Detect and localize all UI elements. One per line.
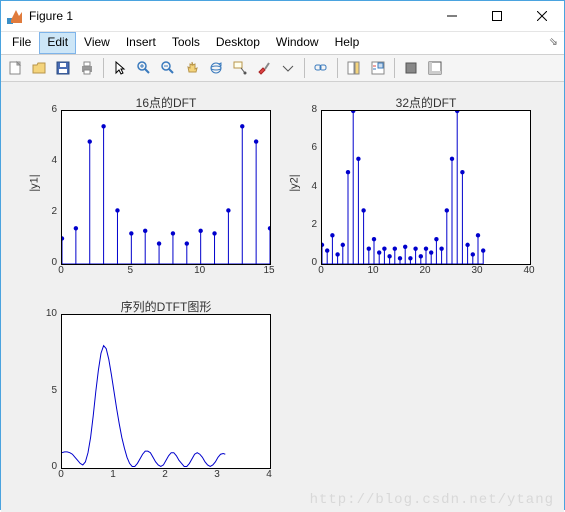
axes-1-title: 16点的DFT (61, 94, 271, 111)
dropdown-button[interactable] (277, 57, 299, 79)
menu-edit[interactable]: Edit (39, 32, 76, 54)
xtick-label: 30 (469, 265, 485, 276)
xtick-label: 2 (157, 469, 173, 480)
data-cursor-icon (232, 60, 248, 76)
axes-1-ylabel: |y1| (29, 174, 41, 191)
toolbar-separator (103, 58, 104, 78)
xtick-label: 10 (192, 265, 208, 276)
data-cursor-button[interactable] (229, 57, 251, 79)
save-button[interactable] (52, 57, 74, 79)
xtick-label: 3 (209, 469, 225, 480)
pointer-button[interactable] (109, 57, 131, 79)
pan-button[interactable] (181, 57, 203, 79)
axes-3[interactable] (61, 314, 271, 469)
zoom-in-button[interactable] (133, 57, 155, 79)
titlebar: Figure 1 (1, 1, 564, 32)
brush-icon (256, 60, 272, 76)
print-icon (79, 60, 95, 76)
show-plot-tools-button[interactable] (424, 57, 446, 79)
zoom-in-icon (136, 60, 152, 76)
hide-plot-tools-icon (403, 60, 419, 76)
ytick-label: 6 (39, 104, 57, 115)
toolbar-separator (304, 58, 305, 78)
axes-1[interactable] (61, 110, 271, 265)
zoom-out-button[interactable] (157, 57, 179, 79)
xtick-label: 40 (521, 265, 537, 276)
open-button[interactable] (28, 57, 50, 79)
link-button[interactable] (310, 57, 332, 79)
insert-legend-button[interactable] (367, 57, 389, 79)
toolbar (1, 54, 564, 82)
axes-2[interactable] (321, 110, 531, 265)
new-button[interactable] (4, 57, 26, 79)
ytick-label: 0 (39, 257, 57, 268)
menu-view[interactable]: View (76, 32, 118, 54)
pan-icon (184, 60, 200, 76)
rotate3d-button[interactable] (205, 57, 227, 79)
menu-window[interactable]: Window (268, 32, 327, 54)
save-icon (55, 60, 71, 76)
show-plot-tools-icon (427, 60, 443, 76)
insert-colorbar-icon (346, 60, 362, 76)
toolbar-separator (337, 58, 338, 78)
axes-3-title: 序列的DTFT图形 (61, 298, 271, 315)
ytick-label: 4 (299, 181, 317, 192)
xtick-label: 5 (122, 265, 138, 276)
window-title: Figure 1 (29, 9, 429, 23)
ytick-label: 10 (39, 308, 57, 319)
ytick-label: 6 (299, 142, 317, 153)
insert-colorbar-button[interactable] (343, 57, 365, 79)
toolbar-separator (394, 58, 395, 78)
zoom-out-icon (160, 60, 176, 76)
ytick-label: 8 (299, 104, 317, 115)
ytick-label: 0 (39, 461, 57, 472)
axes-2-title: 32点的DFT (321, 94, 531, 111)
xtick-label: 10 (365, 265, 381, 276)
figure-canvas: 16点的DFT |y1| 32点的DFT |y2| 序列的DTFT图形 http… (1, 82, 564, 512)
minimize-button[interactable] (429, 1, 474, 31)
maximize-button[interactable] (474, 1, 519, 31)
menu-desktop[interactable]: Desktop (208, 32, 268, 54)
print-button[interactable] (76, 57, 98, 79)
ytick-label: 2 (39, 206, 57, 217)
dock-anchor-icon[interactable]: ⇘ (549, 35, 558, 48)
pointer-icon (112, 60, 128, 76)
ytick-label: 0 (299, 257, 317, 268)
xtick-label: 4 (261, 469, 277, 480)
insert-legend-icon (370, 60, 386, 76)
xtick-label: 15 (261, 265, 277, 276)
menu-insert[interactable]: Insert (118, 32, 164, 54)
ytick-label: 4 (39, 155, 57, 166)
ytick-label: 2 (299, 219, 317, 230)
dropdown-icon (280, 60, 296, 76)
hide-plot-tools-button[interactable] (400, 57, 422, 79)
menubar: FileEditViewInsertToolsDesktopWindowHelp (1, 32, 564, 54)
matlab-icon (7, 8, 23, 24)
ytick-label: 5 (39, 385, 57, 396)
xtick-label: 20 (417, 265, 433, 276)
link-icon (313, 60, 329, 76)
rotate3d-icon (208, 60, 224, 76)
close-button[interactable] (519, 1, 564, 31)
open-icon (31, 60, 47, 76)
xtick-label: 1 (105, 469, 121, 480)
watermark: http://blog.csdn.net/ytang (310, 492, 554, 508)
menu-help[interactable]: Help (327, 32, 368, 54)
brush-button[interactable] (253, 57, 275, 79)
new-icon (7, 60, 23, 76)
figure-window: Figure 1 FileEditViewInsertToolsDesktopW… (0, 0, 565, 510)
menu-file[interactable]: File (4, 32, 39, 54)
menu-tools[interactable]: Tools (164, 32, 208, 54)
